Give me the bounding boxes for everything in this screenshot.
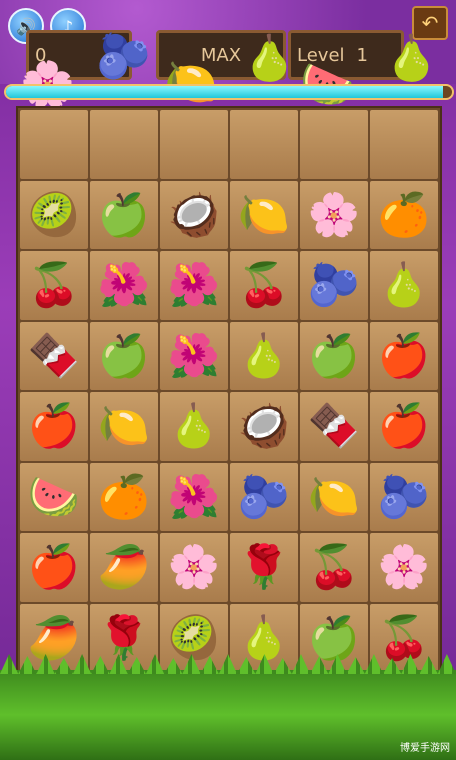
fruit-tile: 🍏 xyxy=(307,612,361,662)
board-cell[interactable]: 🥝 xyxy=(20,180,88,249)
board-cell[interactable]: 🫐 xyxy=(370,462,438,531)
board-cell[interactable]: 🍐 xyxy=(230,321,298,390)
board-cell[interactable]: 🍎 xyxy=(370,392,438,461)
board-cell[interactable]: 🍋 xyxy=(90,392,158,461)
fruit-tile: 🍐 xyxy=(237,330,291,380)
fruit-tile: 🍋 xyxy=(307,471,361,521)
fruit-tile: 🥝 xyxy=(167,612,221,662)
board-cell[interactable]: 🌺 xyxy=(160,321,228,390)
board-cell[interactable]: 🍐 xyxy=(160,392,228,461)
empty-tile xyxy=(165,115,223,173)
fruit-tile: 🫐 xyxy=(377,471,431,521)
fruit-tile: 🍒 xyxy=(237,260,291,310)
fruit-tile: 🍎 xyxy=(377,401,431,451)
board-cell[interactable]: 🥥 xyxy=(230,392,298,461)
fruit-tile: 🍫 xyxy=(307,401,361,451)
board-cell[interactable]: 🍎 xyxy=(20,392,88,461)
fruit-tile: 🍉 xyxy=(27,471,81,521)
fruit-tile: 🍏 xyxy=(97,330,151,380)
empty-tile xyxy=(305,115,363,173)
grass-footer: 博爱手游网 xyxy=(0,670,456,760)
fruit-tile: 🍏 xyxy=(307,330,361,380)
board-cell[interactable]: 🍒 xyxy=(20,251,88,320)
board-cell[interactable]: 🍒 xyxy=(230,251,298,320)
board-cell[interactable] xyxy=(90,110,158,179)
board-cell[interactable] xyxy=(370,110,438,179)
fruit-tile: 🍎 xyxy=(377,330,431,380)
progress-bar xyxy=(4,84,454,100)
board-cell[interactable]: 🫐 xyxy=(300,251,368,320)
fruit-tile: 🍒 xyxy=(377,612,431,662)
fruit-tile: 🥥 xyxy=(167,189,221,239)
fruit-tile: 🌹 xyxy=(237,542,291,592)
board-cell[interactable]: 🍋 xyxy=(230,180,298,249)
fruit-tile: 🍒 xyxy=(27,260,81,310)
fruit-tile: 🌸 xyxy=(167,542,221,592)
fruit-tile: 🥝 xyxy=(27,189,81,239)
fruit-tile: 🌸 xyxy=(307,189,361,239)
float-pear-1: 🍐 xyxy=(242,33,297,84)
fruit-tile: 🫐 xyxy=(237,471,291,521)
board-cell[interactable]: 🍊 xyxy=(90,462,158,531)
empty-tile xyxy=(235,115,293,173)
board-cell[interactable]: 🍏 xyxy=(90,180,158,249)
board-cell[interactable]: 🌸 xyxy=(370,533,438,602)
board-cell[interactable]: 🌺 xyxy=(90,251,158,320)
fruit-tile: 🍐 xyxy=(167,401,221,451)
fruit-tile: 🌹 xyxy=(97,612,151,662)
fruit-tile: 🍏 xyxy=(97,189,151,239)
fruit-tile: 🍋 xyxy=(97,401,151,451)
progress-fill xyxy=(6,86,444,98)
board-cell[interactable]: 🌺 xyxy=(160,462,228,531)
fruit-tile: 🍊 xyxy=(97,471,151,521)
top-hud: 🔊 ♪ 0 MAX Level 1 ↶ 🫐 🌸 🍋 🍐 🍉 🍐 xyxy=(0,0,456,110)
empty-tile xyxy=(375,115,433,173)
board-cell[interactable]: 🍊 xyxy=(370,180,438,249)
board-cell[interactable]: 🍫 xyxy=(300,392,368,461)
board-cell[interactable]: 🥥 xyxy=(160,180,228,249)
board-cell[interactable]: 🍋 xyxy=(300,462,368,531)
fruit-tile: 🍋 xyxy=(237,189,291,239)
board-cell[interactable] xyxy=(160,110,228,179)
board-cell[interactable]: 🍏 xyxy=(300,321,368,390)
board-cell[interactable]: 🍒 xyxy=(300,533,368,602)
board-cell[interactable]: 🍉 xyxy=(20,462,88,531)
fruit-tile: 🍎 xyxy=(27,542,81,592)
fruit-tile: 🌺 xyxy=(167,330,221,380)
board-cell[interactable]: 🍏 xyxy=(90,321,158,390)
fruit-tile: 🍎 xyxy=(27,401,81,451)
board-cell[interactable]: 🫐 xyxy=(230,462,298,531)
board-cell[interactable]: 🥭 xyxy=(90,533,158,602)
fruit-tile: 🥭 xyxy=(97,542,151,592)
float-pear-2: 🍐 xyxy=(384,33,439,84)
game-board: 🥝 🍏 🥥 🍋 🌸 🍊 🍒 🌺 🌺 🍒 🫐 🍐 🍫 🍏 🌺 🍐 🍏 🍎 🍎 🍋 🍐 🥥 🍫 🍎 🍉 🍊 🌺 🫐 🍋 🫐 🍎 🥭 🌸 🌹 🍒 🌸 🥭 🌹 🥝 🍐… xyxy=(16,106,442,676)
board-cell[interactable]: 🍐 xyxy=(370,251,438,320)
float-blueberry: 🫐 xyxy=(96,31,151,82)
fruit-tile: 🥥 xyxy=(237,401,291,451)
fruit-tile: 🌺 xyxy=(167,260,221,310)
board-cell[interactable]: 🍫 xyxy=(20,321,88,390)
board-cell[interactable]: 🌺 xyxy=(160,251,228,320)
board-cell[interactable] xyxy=(300,110,368,179)
fruit-tile: 🌸 xyxy=(377,542,431,592)
fruit-tile: 🫐 xyxy=(307,260,361,310)
fruit-tile: 🍫 xyxy=(27,330,81,380)
board-cell[interactable] xyxy=(230,110,298,179)
fruit-tile: 🌺 xyxy=(97,260,151,310)
float-lemon: 🍋 xyxy=(164,57,219,108)
empty-tile xyxy=(25,115,83,173)
board-cell[interactable]: 🌸 xyxy=(160,533,228,602)
board-cell[interactable]: 🌹 xyxy=(230,533,298,602)
watermark-text: 博爱手游网 xyxy=(400,743,450,754)
board-cell[interactable]: 🍎 xyxy=(370,321,438,390)
fruit-tile: 🥭 xyxy=(27,612,81,662)
fruit-tile: 🍒 xyxy=(307,542,361,592)
empty-tile xyxy=(95,115,153,173)
fruit-tile: 🍊 xyxy=(377,189,431,239)
fruit-tile: 🌺 xyxy=(167,471,221,521)
fruit-tile: 🍐 xyxy=(377,260,431,310)
board-cell[interactable]: 🍎 xyxy=(20,533,88,602)
board-cell[interactable] xyxy=(20,110,88,179)
board-cell[interactable]: 🌸 xyxy=(300,180,368,249)
